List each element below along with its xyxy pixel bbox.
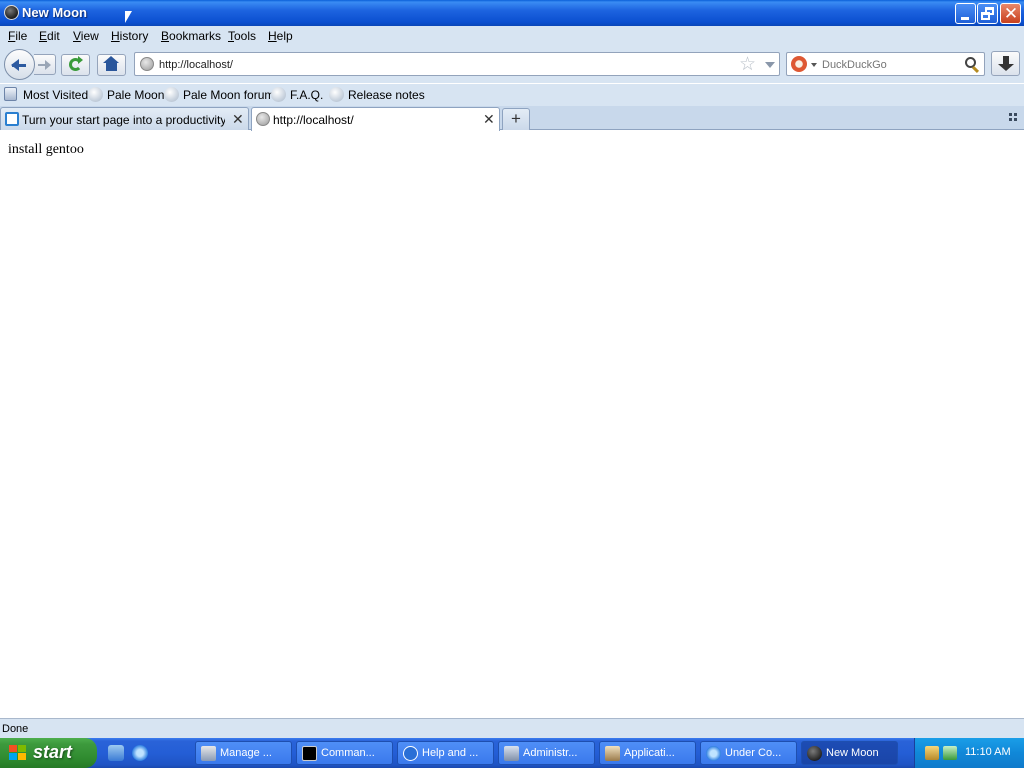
duckduckgo-engine-icon[interactable] — [791, 56, 807, 72]
quicklaunch-desktop-icon[interactable] — [108, 745, 124, 761]
help-icon — [403, 746, 418, 761]
tray-security-icon[interactable] — [925, 746, 939, 760]
tab-strip: Turn your start page into a productivity… — [0, 106, 1024, 131]
status-bar: Done — [0, 718, 1024, 738]
restore-button[interactable] — [977, 3, 998, 24]
bookmark-star-icon[interactable]: ☆ — [739, 53, 756, 76]
most-visited-folder-icon — [4, 87, 17, 101]
menu-bar: File Edit View History Bookmarks Tools H… — [0, 26, 1024, 47]
url-history-dropdown-icon[interactable] — [765, 62, 775, 68]
start-page-favicon-icon — [5, 112, 19, 126]
bookmark-release-notes[interactable]: Release notes — [348, 88, 425, 102]
tab-groups-icon[interactable] — [1009, 113, 1019, 123]
search-engine-dropdown-icon[interactable] — [811, 63, 817, 67]
bookmark-most-visited[interactable]: Most Visited — [23, 88, 88, 102]
close-icon: ✕ — [1003, 4, 1019, 23]
status-text: Done — [2, 723, 29, 735]
globe-favicon-icon — [256, 112, 270, 126]
close-window-button[interactable]: ✕ — [1000, 3, 1021, 24]
menu-bookmarks[interactable]: Bookmarks — [161, 29, 221, 43]
start-label: start — [33, 742, 73, 762]
taskbar-item-new-moon[interactable]: New Moon — [801, 741, 898, 765]
reload-icon — [69, 56, 83, 71]
menu-edit[interactable]: Edit — [39, 29, 60, 43]
home-button[interactable] — [97, 54, 126, 76]
tab-start-page[interactable]: Turn your start page into a productivity… — [0, 107, 249, 130]
minimize-button[interactable] — [955, 3, 976, 24]
menu-history[interactable]: History — [111, 29, 148, 43]
taskbar-item-command-prompt[interactable]: Comman... — [296, 741, 393, 765]
taskbar-item-administrative-tools[interactable]: Administr... — [498, 741, 595, 765]
page-content: install gentoo — [0, 131, 1024, 718]
url-input[interactable] — [159, 56, 719, 73]
bookmark-pale-moon[interactable]: Pale Moon — [107, 88, 164, 102]
tab-localhost[interactable]: http://localhost/ ✕ — [251, 107, 500, 131]
administrative-tools-icon — [504, 746, 519, 761]
search-magnifier-icon[interactable] — [965, 57, 976, 68]
applications-icon — [605, 746, 620, 761]
tray-network-icon[interactable] — [943, 746, 957, 760]
bookmarks-toolbar: Most Visited Pale Moon Pale Moon forum F… — [0, 84, 1024, 106]
bookmark-globe-icon — [329, 87, 344, 102]
search-bar[interactable] — [786, 52, 985, 76]
tab-label: http://localhost/ — [273, 113, 354, 127]
taskbar-item-manage[interactable]: Manage ... — [195, 741, 292, 765]
site-identity-globe-icon[interactable] — [140, 57, 154, 71]
computer-management-icon — [201, 746, 216, 761]
tab-label: Turn your start page into a productivity… — [22, 113, 225, 127]
bookmark-globe-icon — [164, 87, 179, 102]
menu-file[interactable]: File — [8, 29, 27, 43]
mouse-cursor-icon — [125, 11, 132, 23]
forward-button[interactable] — [34, 54, 56, 75]
quicklaunch-internet-explorer-icon[interactable] — [132, 745, 148, 761]
taskbar-item-applications[interactable]: Applicati... — [599, 741, 696, 765]
bookmark-faq[interactable]: F.A.Q. — [290, 88, 323, 102]
start-button[interactable]: start — [0, 738, 97, 768]
title-bar[interactable]: New Moon ✕ — [0, 0, 1024, 26]
tab-close-icon[interactable]: ✕ — [232, 111, 244, 128]
menu-view[interactable]: View — [73, 29, 99, 43]
windows-flag-icon — [9, 745, 27, 761]
taskbar-clock[interactable]: 11:10 AM — [965, 746, 1011, 758]
url-bar[interactable]: ☆ — [134, 52, 780, 76]
new-tab-button[interactable]: + — [502, 108, 530, 130]
bookmark-globe-icon — [271, 87, 286, 102]
window-title: New Moon — [22, 5, 87, 20]
downloads-button[interactable] — [991, 51, 1020, 76]
reload-button[interactable] — [61, 54, 90, 76]
internet-explorer-icon — [706, 746, 721, 761]
plus-icon: + — [511, 109, 521, 128]
menu-help[interactable]: Help — [268, 29, 293, 43]
system-tray: 11:10 AM — [914, 738, 1024, 768]
download-arrow-icon — [998, 56, 1014, 71]
tab-close-icon[interactable]: ✕ — [483, 111, 495, 128]
page-body-text: install gentoo — [8, 142, 84, 157]
taskbar-item-under-construction[interactable]: Under Co... — [700, 741, 797, 765]
windows-taskbar: start Manage ... Comman... Help and ... … — [0, 738, 1024, 768]
bookmark-pale-moon-forum[interactable]: Pale Moon forum — [183, 88, 274, 102]
home-icon — [103, 56, 119, 71]
search-input[interactable] — [822, 56, 962, 73]
minimize-icon — [961, 17, 969, 20]
new-moon-app-icon[interactable] — [4, 5, 19, 20]
new-moon-icon — [807, 746, 822, 761]
taskbar-item-help-and-support[interactable]: Help and ... — [397, 741, 494, 765]
menu-tools[interactable]: Tools — [228, 29, 256, 43]
bookmark-globe-icon — [88, 87, 103, 102]
back-button[interactable] — [4, 49, 35, 80]
command-prompt-icon — [302, 746, 317, 761]
